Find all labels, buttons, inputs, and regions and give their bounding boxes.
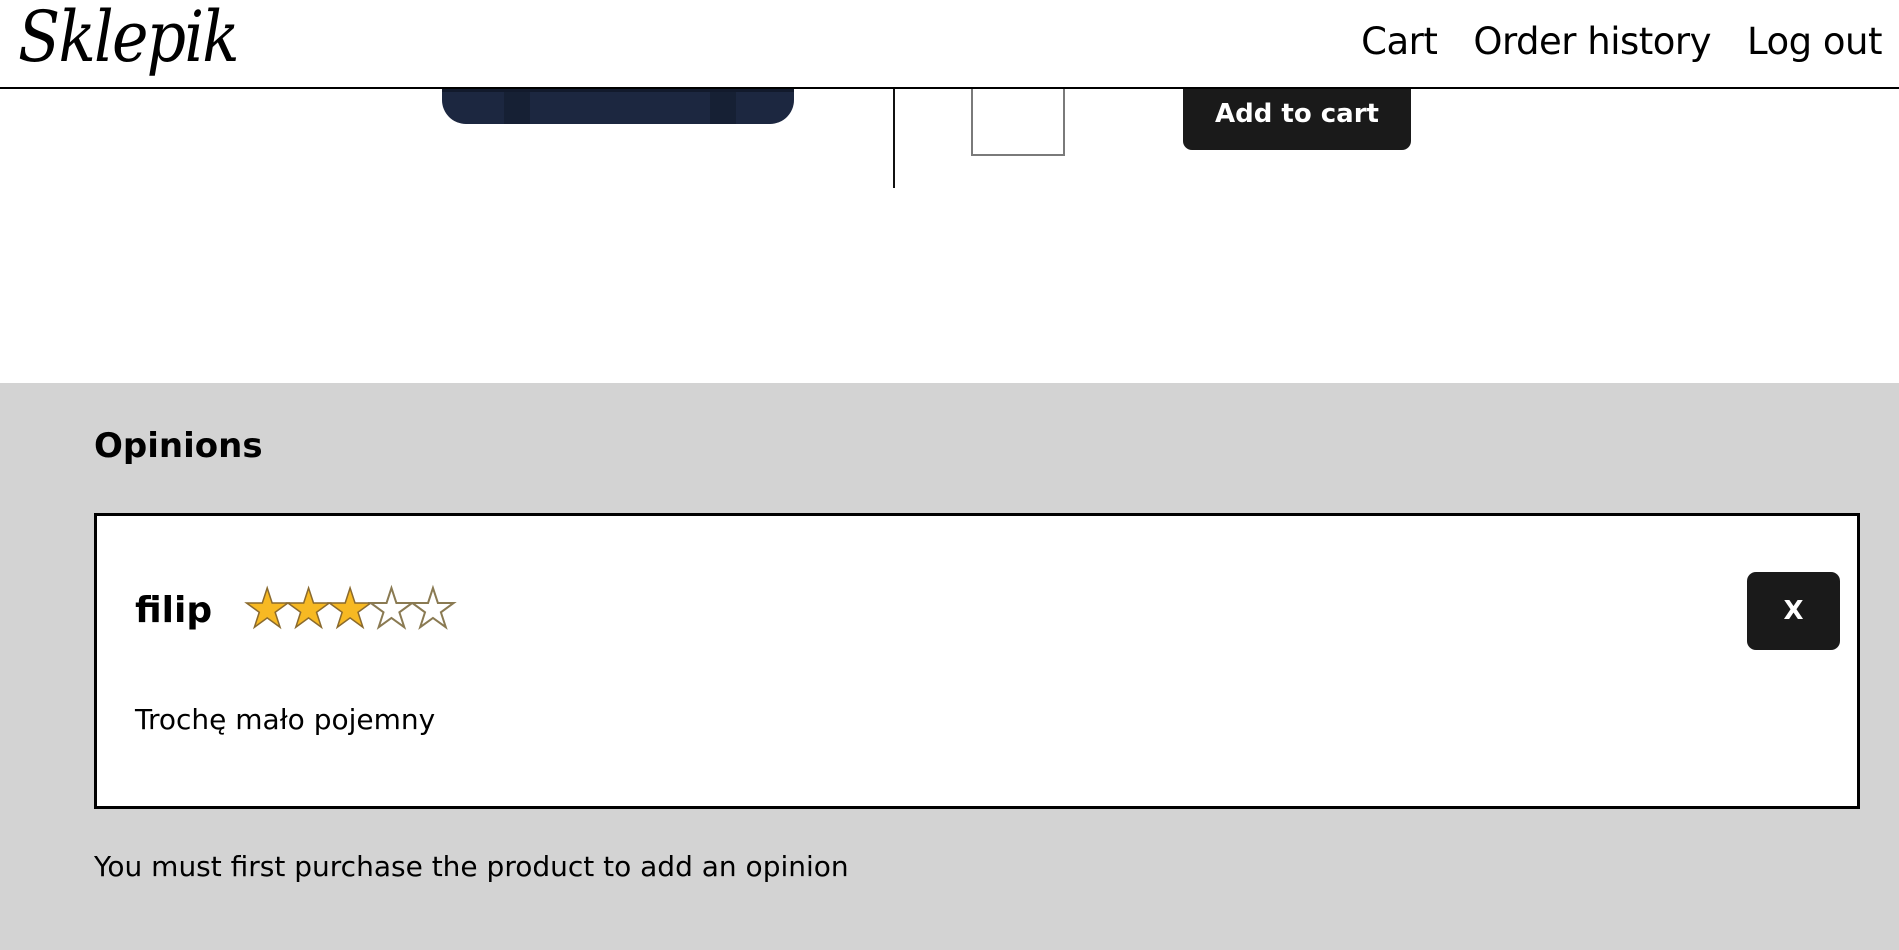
opinions-heading: Opinions (94, 426, 263, 466)
star-rating: ★ ★ ★ ★ ★ (242, 581, 458, 637)
product-page: Add to cart Sklepik Cart Order history L… (0, 0, 1899, 950)
purchase-required-note: You must first purchase the product to a… (94, 850, 849, 883)
nav-log-out-link[interactable]: Log out (1747, 20, 1882, 63)
opinion-card: filip ★ ★ ★ ★ ★ Trochę mało pojemny X (94, 513, 1860, 809)
opinion-text: Trochę mało pojemny (135, 703, 436, 736)
opinions-section: Opinions filip ★ ★ ★ ★ ★ Trochę mało pojemny… (0, 383, 1899, 950)
opinion-author: filip (135, 590, 213, 631)
delete-opinion-button[interactable]: X (1747, 572, 1840, 650)
main-nav: Cart Order history Log out (1361, 20, 1882, 63)
star-empty-icon: ★ (408, 577, 458, 640)
nav-cart-link[interactable]: Cart (1361, 20, 1438, 63)
logo[interactable]: Sklepik (18, 2, 240, 72)
product-divider (893, 86, 895, 188)
nav-order-history-link[interactable]: Order history (1473, 20, 1711, 63)
site-header: Sklepik Cart Order history Log out (0, 0, 1899, 89)
